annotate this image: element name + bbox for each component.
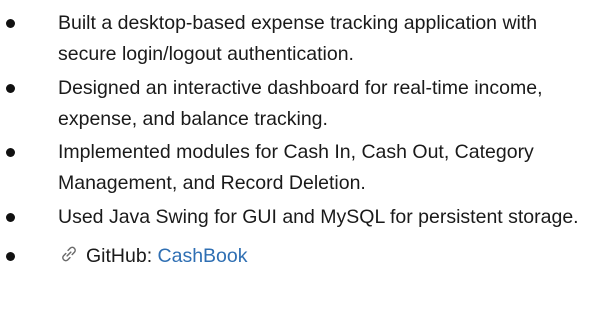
bullet-icon (6, 148, 15, 158)
bullet-text: Used Java Swing for GUI and MySQL for pe… (58, 205, 579, 228)
list-item: Used Java Swing for GUI and MySQL for pe… (0, 202, 606, 233)
bullet-list: Built a desktop-based expense tracking a… (0, 8, 606, 274)
bullet-icon (6, 251, 15, 261)
github-label: GitHub: (86, 244, 158, 267)
bullet-text: Implemented modules for Cash In, Cash Ou… (58, 141, 534, 195)
list-item: Built a desktop-based expense tracking a… (0, 8, 606, 70)
github-link[interactable]: CashBook (158, 245, 248, 267)
document-page: Built a desktop-based expense tracking a… (0, 0, 606, 325)
bullet-icon (6, 83, 15, 93)
bullet-icon (6, 212, 15, 222)
bullet-icon (6, 19, 15, 28)
bullet-text: Built a desktop-based expense tracking a… (58, 12, 538, 65)
list-item: Designed an interactive dashboard for re… (0, 73, 606, 135)
list-item: Implemented modules for Cash In, Cash Ou… (0, 137, 606, 199)
list-item-github: GitHub: CashBook (0, 241, 606, 272)
bullet-text: Designed an interactive dashboard for re… (58, 76, 543, 130)
link-icon (58, 243, 80, 265)
